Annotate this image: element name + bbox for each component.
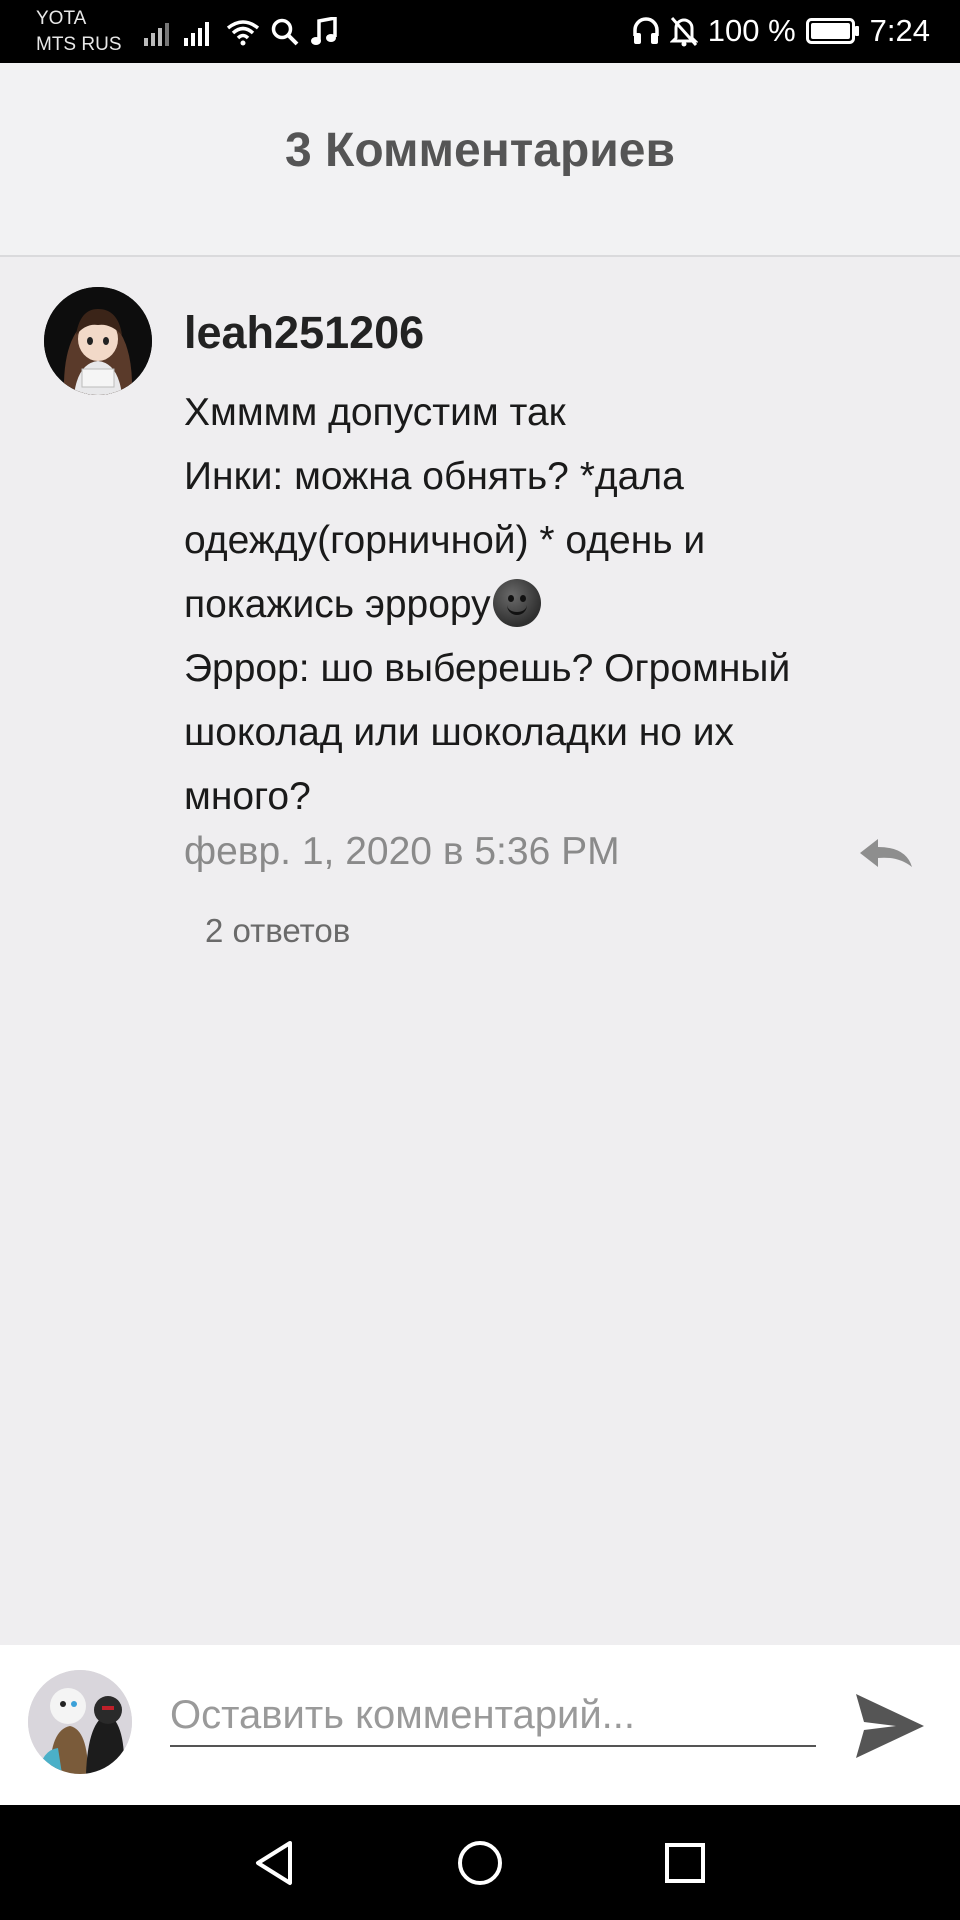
mute-bell-icon — [669, 15, 698, 47]
comment-line: одежду(горничной) * одень и — [184, 519, 706, 562]
comment-line: Эррор: шо выберешь? Огромный — [184, 647, 791, 690]
headphones-icon — [632, 16, 660, 46]
comment-line: шоколад или шоколадки но их — [184, 711, 735, 754]
comment-timestamp: февр. 1, 2020 в 5:36 PM — [184, 830, 620, 873]
status-icons-left — [144, 14, 338, 50]
back-triangle-icon — [256, 1841, 292, 1885]
comment-input[interactable] — [170, 1685, 816, 1747]
carrier-2: MTS RUS — [36, 34, 122, 55]
status-icons-right: 100 % 7:24 — [632, 10, 930, 52]
signal-icon — [184, 18, 216, 46]
signal-icon — [144, 18, 174, 46]
carrier-info: YOTA MTS RUS — [36, 6, 122, 58]
my-avatar — [28, 1670, 132, 1774]
avatar[interactable] — [44, 287, 152, 395]
battery-percent: 100 % — [707, 13, 796, 48]
clock: 7:24 — [869, 13, 930, 48]
replies-link[interactable]: 2 ответов — [205, 912, 350, 950]
navigation-bar — [0, 1805, 960, 1920]
reply-icon[interactable] — [856, 835, 914, 876]
recents-button[interactable] — [663, 1839, 707, 1892]
send-button[interactable] — [852, 1688, 928, 1764]
battery-icon — [805, 18, 860, 44]
comments-header: 3 Комментариев — [0, 63, 960, 257]
status-bar: YOTA MTS RUS 100 % 7:24 — [0, 0, 960, 63]
back-button[interactable] — [252, 1839, 296, 1892]
home-button[interactable] — [456, 1839, 504, 1892]
comment-line: покажись эррору — [184, 583, 491, 626]
comment-line: Инки: можна обнять? *дала — [184, 455, 684, 498]
send-icon — [856, 1694, 924, 1758]
comment-line: Хмммм допустим так — [184, 391, 566, 434]
comment-username[interactable]: leah251206 — [184, 307, 424, 359]
comment-body: Хмммм допустим так Инки: можна обнять? *… — [184, 381, 904, 829]
new-moon-face-icon — [492, 579, 541, 627]
comment-composer — [0, 1645, 960, 1805]
comment-line-with-emoji: покажись эррору — [184, 573, 904, 637]
recents-square-icon — [665, 1843, 705, 1883]
search-icon — [270, 17, 300, 47]
home-circle-icon — [458, 1841, 502, 1885]
carrier-1: YOTA — [36, 8, 87, 29]
music-icon — [310, 17, 338, 47]
wifi-icon — [226, 18, 260, 46]
page-title: 3 Комментариев — [285, 124, 675, 177]
comment-line: много? — [184, 775, 311, 818]
